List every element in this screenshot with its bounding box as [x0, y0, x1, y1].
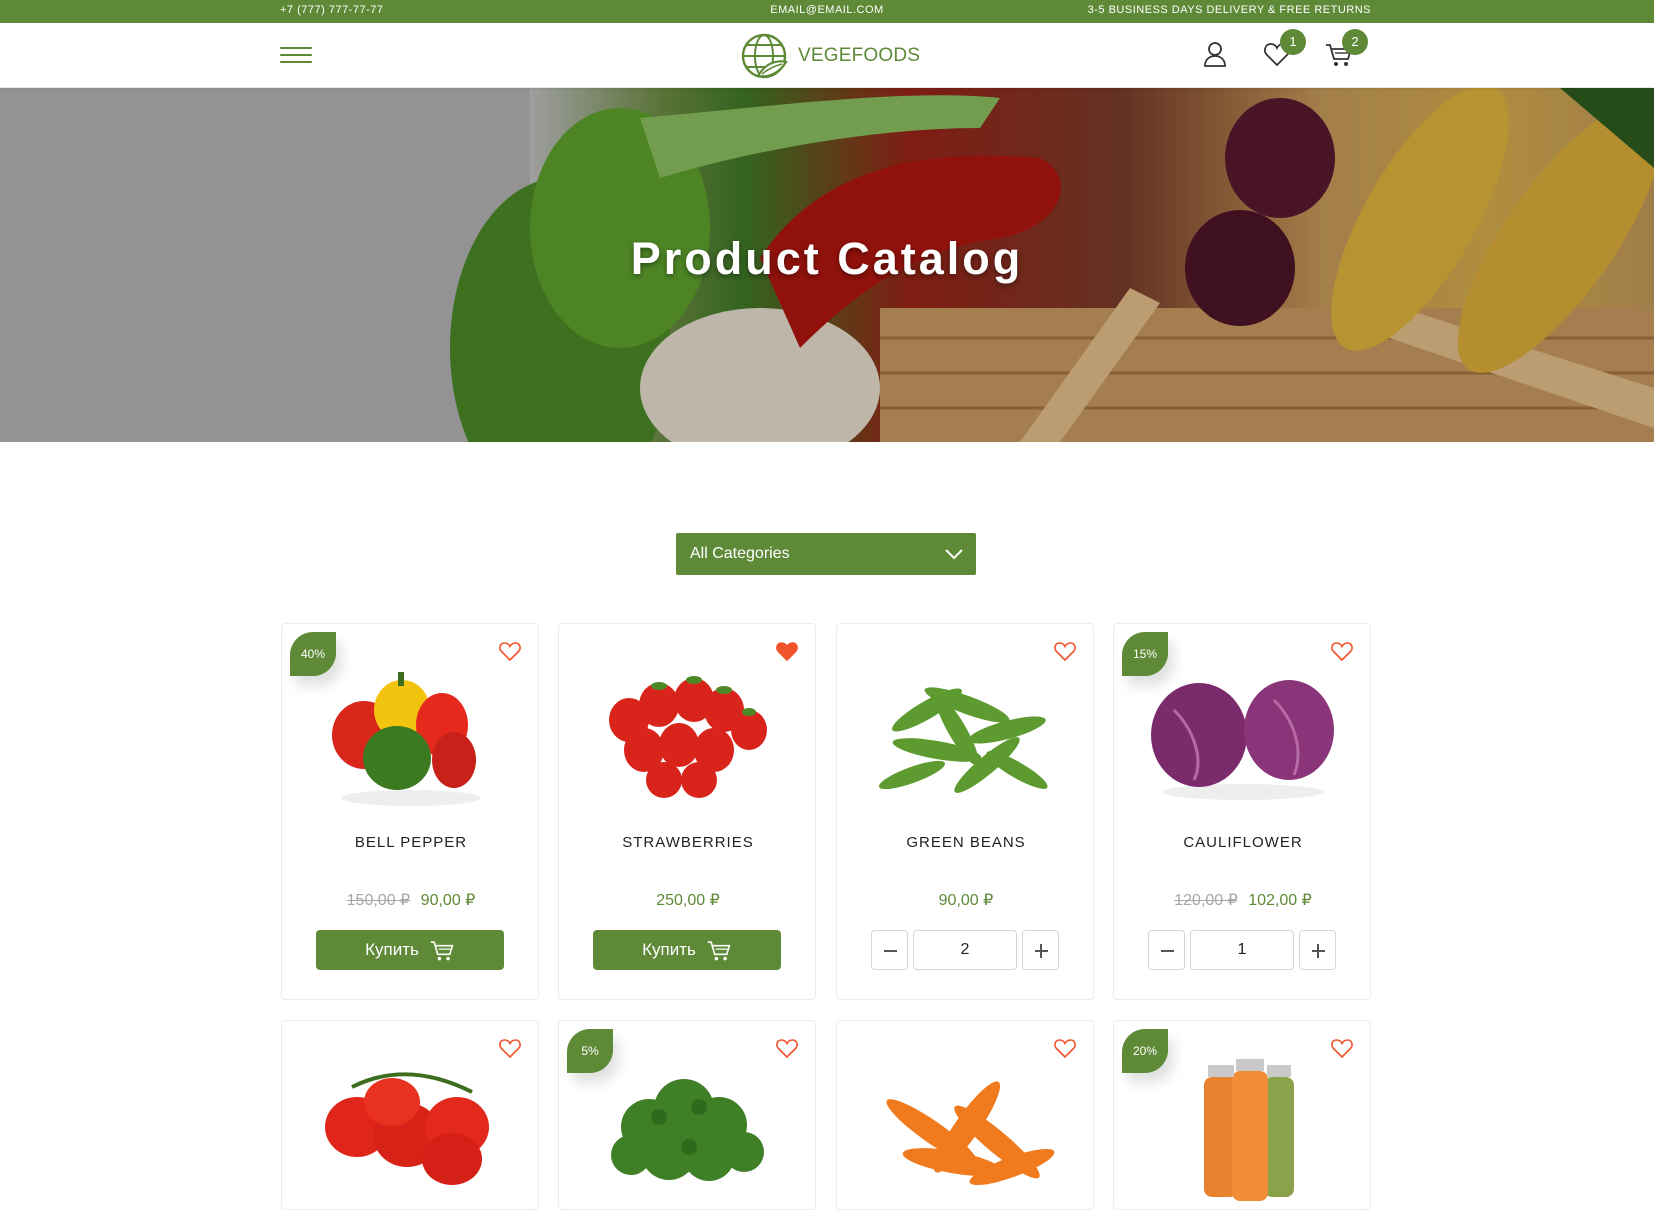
current-price: 90,00 ₽	[420, 892, 476, 909]
cart-count-badge: 2	[1342, 29, 1368, 55]
decrease-quantity-button[interactable]	[1148, 930, 1185, 970]
quantity-input[interactable]: 1	[1190, 930, 1294, 970]
product-card[interactable]: 40% BELL PEPPER 150,00 ₽ 90,00 ₽ Купить	[281, 623, 539, 1000]
product-card[interactable]	[281, 1020, 539, 1210]
buy-button-label: Купить	[642, 940, 696, 959]
current-price: 102,00 ₽	[1248, 892, 1312, 909]
quantity-stepper: 2	[871, 930, 1059, 970]
page-title: Product Catalog	[630, 233, 1024, 284]
product-card[interactable]: 5%	[558, 1020, 816, 1210]
hero-banner: Product Catalog	[0, 88, 1654, 442]
site-logo[interactable]: VEGEFOODS	[740, 31, 920, 81]
product-name[interactable]: BELL PEPPER	[282, 834, 538, 851]
carrots-image	[886, 1081, 1055, 1186]
current-price: 90,00 ₽	[938, 892, 994, 909]
quantity-input[interactable]: 2	[913, 930, 1017, 970]
juice-bottles-image	[1204, 1059, 1294, 1201]
product-card[interactable]: STRAWBERRIES 250,00 ₽ Купить	[558, 623, 816, 1000]
chevron-down-icon	[945, 549, 963, 560]
top-info-bar: +7 (777) 777-77-77 EMAIL@EMAIL.COM 3-5 B…	[0, 0, 1654, 23]
quantity-stepper: 1	[1148, 930, 1336, 970]
logo-text: VEGEFOODS	[798, 45, 921, 66]
cart-icon	[430, 941, 454, 961]
product-name[interactable]: GREEN BEANS	[837, 834, 1093, 851]
old-price: 120,00 ₽	[1174, 892, 1238, 909]
cauliflower-image	[1151, 680, 1334, 800]
menu-icon[interactable]	[280, 45, 312, 65]
wishlist-count-badge: 1	[1280, 29, 1306, 55]
price-block: 90,00 ₽	[837, 890, 1093, 910]
decrease-quantity-button[interactable]	[871, 930, 908, 970]
broccoli-image	[611, 1079, 764, 1181]
buy-button[interactable]: Купить	[316, 930, 504, 970]
tomatoes-image	[325, 1072, 489, 1185]
product-name[interactable]: STRAWBERRIES	[559, 834, 815, 851]
price-block: 150,00 ₽ 90,00 ₽	[282, 890, 538, 910]
account-icon[interactable]	[1200, 39, 1230, 69]
product-name[interactable]: CAULIFLOWER	[1114, 834, 1370, 851]
price-block: 120,00 ₽ 102,00 ₽	[1114, 890, 1370, 910]
cart-icon	[707, 941, 731, 961]
category-select-value: All Categories	[690, 545, 790, 562]
increase-quantity-button[interactable]	[1299, 930, 1336, 970]
green-beans-image	[878, 687, 1048, 793]
site-header: VEGEFOODS 1 2	[0, 23, 1654, 88]
buy-button-label: Купить	[365, 940, 419, 959]
globe-leaf-icon	[741, 33, 788, 79]
delivery-info: 3-5 BUSINESS DAYS DELIVERY & FREE RETURN…	[1087, 4, 1371, 16]
email-address[interactable]: EMAIL@EMAIL.COM	[0, 4, 1654, 16]
product-card[interactable]: 15% CAULIFLOWER 120,00 ₽ 102,00 ₽ 1	[1113, 623, 1371, 1000]
product-card[interactable]: 20%	[1113, 1020, 1371, 1210]
category-select[interactable]: All Categories	[676, 533, 976, 575]
product-card[interactable]: GREEN BEANS 90,00 ₽ 2	[836, 623, 1094, 1000]
strawberries-image	[609, 676, 767, 798]
product-card[interactable]	[836, 1020, 1094, 1210]
current-price: 250,00 ₽	[656, 892, 720, 909]
wishlist-icon[interactable]: 1	[1262, 29, 1306, 69]
price-block: 250,00 ₽	[559, 890, 815, 910]
buy-button[interactable]: Купить	[593, 930, 781, 970]
increase-quantity-button[interactable]	[1022, 930, 1059, 970]
cart-icon[interactable]: 2	[1324, 29, 1368, 69]
old-price: 150,00 ₽	[346, 892, 411, 909]
bell-pepper-image	[332, 672, 481, 806]
